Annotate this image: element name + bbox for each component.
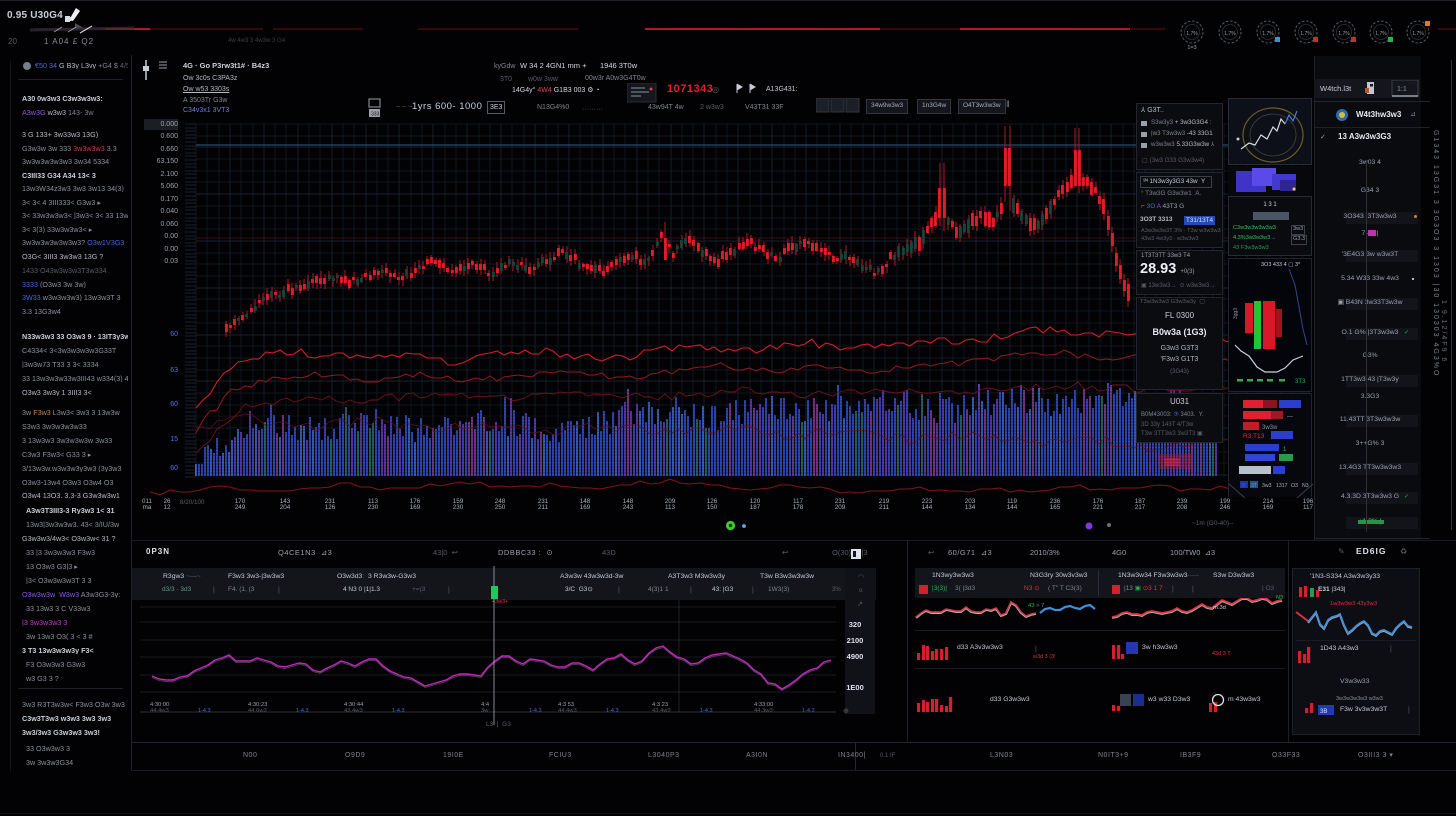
svg-text:1,7%: 1,7% [1412, 31, 1424, 37]
svg-text:3T3: 3T3 [1295, 379, 1306, 385]
svg-text:1,7%: 1,7% [1338, 31, 1350, 37]
svg-text:333: 333 [371, 112, 380, 118]
svg-text:1317: 1317 [1276, 483, 1288, 489]
svg-text:3w3w: 3w3w [1262, 425, 1278, 431]
svg-text:1,7%: 1,7% [1224, 31, 1236, 37]
svg-text:1,7%: 1,7% [1262, 31, 1274, 37]
svg-text:3B: 3B [1320, 709, 1327, 715]
svg-text:O3: O3 [1291, 483, 1298, 489]
svg-text:R3 T13: R3 T13 [1243, 433, 1265, 440]
svg-text:3gg3: 3gg3 [1233, 308, 1239, 319]
svg-text:1,7%: 1,7% [1186, 31, 1198, 37]
svg-text:—: — [1287, 414, 1293, 420]
svg-text:1=3: 1=3 [1187, 45, 1196, 51]
svg-text:1:1: 1:1 [1397, 86, 1407, 93]
svg-text:1: 1 [1283, 447, 1287, 453]
svg-text:1,7%: 1,7% [1375, 31, 1387, 37]
svg-text:1,7%: 1,7% [1300, 31, 1312, 37]
svg-text:3w3: 3w3 [1262, 483, 1272, 489]
